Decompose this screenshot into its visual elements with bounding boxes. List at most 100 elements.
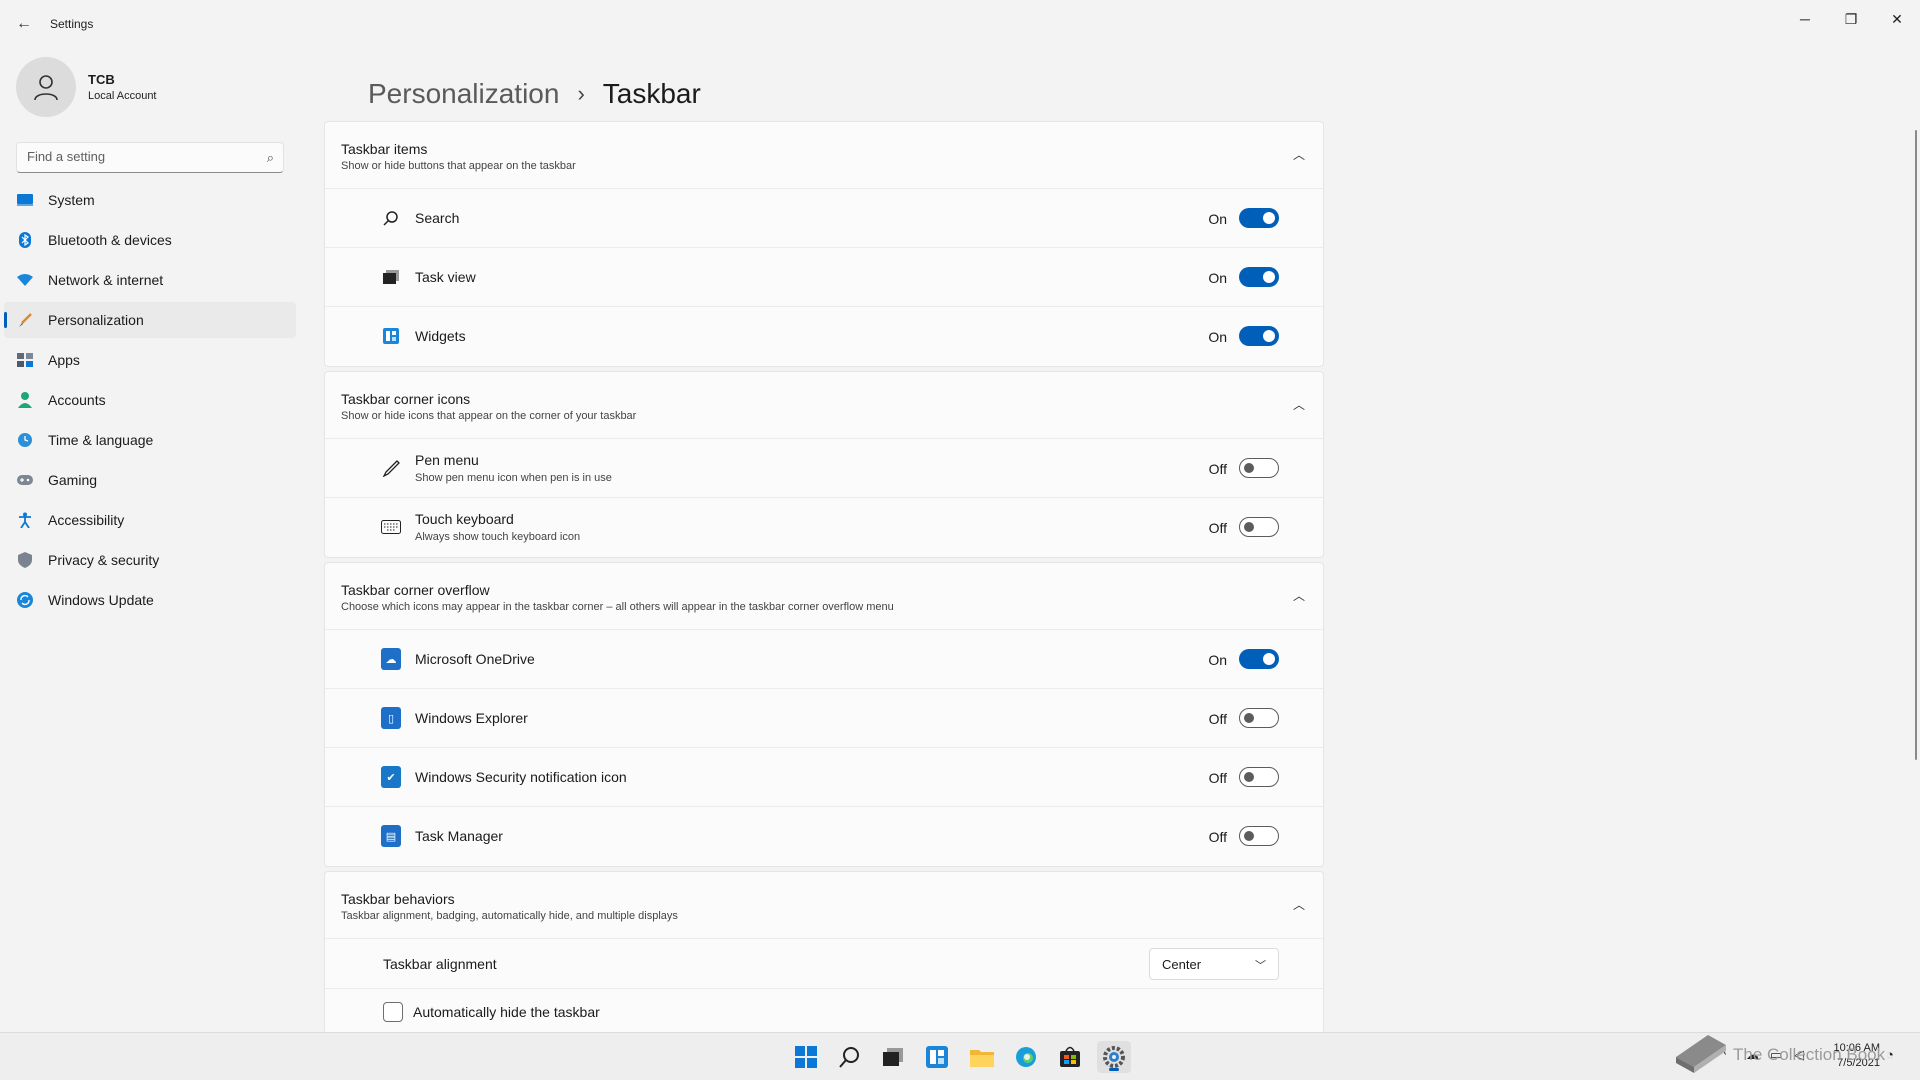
file-explorer-icon[interactable] bbox=[965, 1041, 999, 1073]
toggle-state: Off bbox=[1208, 520, 1227, 536]
pen-menu-toggle[interactable] bbox=[1239, 458, 1279, 478]
notifications-icon[interactable]: ◔ bbox=[1886, 1047, 1894, 1062]
edge-icon[interactable] bbox=[1009, 1041, 1043, 1073]
windows-security-toggle[interactable] bbox=[1239, 767, 1279, 787]
sidebar-item-label: Accessibility bbox=[48, 512, 125, 528]
setting-label: Touch keyboard bbox=[415, 511, 514, 527]
chevron-up-icon[interactable]: ︿ bbox=[1293, 146, 1305, 163]
sidebar-item-label: Gaming bbox=[48, 472, 98, 488]
sidebar-item-system[interactable]: System bbox=[4, 182, 296, 218]
sidebar-item-label: Time & language bbox=[48, 432, 154, 448]
windows-taskbar: ^ ☁ ▭ ◁ 10:06 AM 7/5/2021 ◔ bbox=[0, 1032, 1920, 1080]
breadcrumb-parent[interactable]: Personalization bbox=[368, 78, 559, 110]
section-description: Show or hide buttons that appear on the … bbox=[341, 160, 576, 172]
close-button[interactable]: ✕ bbox=[1874, 4, 1920, 34]
setting-row-search: Search On bbox=[325, 189, 1323, 248]
sidebar-item-gaming[interactable]: Gaming bbox=[4, 462, 296, 498]
onedrive-toggle[interactable] bbox=[1239, 649, 1279, 669]
minimize-button[interactable]: ─ bbox=[1782, 4, 1828, 34]
search-toggle[interactable] bbox=[1239, 208, 1279, 228]
section-description: Choose which icons may appear in the tas… bbox=[341, 601, 894, 613]
apps-icon bbox=[16, 351, 34, 369]
widgets-toggle[interactable] bbox=[1239, 326, 1279, 346]
sidebar-item-apps[interactable]: Apps bbox=[4, 342, 296, 378]
section-title: Taskbar items bbox=[341, 141, 428, 157]
setting-row-autohide: Automatically hide the taskbar bbox=[325, 989, 1323, 1033]
toggle-state: Off bbox=[1208, 711, 1227, 727]
user-profile[interactable]: TCB Local Account bbox=[16, 57, 296, 117]
sidebar-item-accessibility[interactable]: Accessibility bbox=[4, 502, 296, 538]
section-title: Taskbar corner overflow bbox=[341, 582, 490, 598]
setting-label: Task Manager bbox=[415, 828, 503, 844]
sidebar-item-label: Windows Update bbox=[48, 592, 154, 608]
alignment-dropdown[interactable]: Center ﹀ bbox=[1149, 948, 1279, 980]
setting-description: Always show touch keyboard icon bbox=[415, 531, 581, 543]
sidebar-item-network[interactable]: Network & internet bbox=[4, 262, 296, 298]
setting-label: Taskbar alignment bbox=[383, 956, 497, 972]
toggle-state: On bbox=[1208, 211, 1227, 227]
breadcrumb: Personalization › Taskbar bbox=[368, 78, 701, 110]
search-icon[interactable] bbox=[833, 1041, 867, 1073]
chevron-up-icon[interactable]: ︿ bbox=[1293, 896, 1305, 913]
sidebar-item-bluetooth[interactable]: Bluetooth & devices bbox=[4, 222, 296, 258]
toggle-state: Off bbox=[1208, 461, 1227, 477]
chevron-up-icon[interactable]: ︿ bbox=[1293, 396, 1305, 413]
person-icon bbox=[34, 75, 58, 101]
profile-name: TCB bbox=[88, 72, 115, 87]
gamepad-icon bbox=[16, 471, 34, 489]
back-arrow-icon[interactable]: ← bbox=[10, 10, 38, 38]
section-header[interactable]: Taskbar corner icons Show or hide icons … bbox=[325, 372, 1323, 439]
section-header[interactable]: Taskbar behaviors Taskbar alignment, bad… bbox=[325, 872, 1323, 939]
sidebar-item-label: Personalization bbox=[48, 312, 144, 328]
maximize-button[interactable]: ❐ bbox=[1828, 4, 1874, 34]
search-icon[interactable]: ⌕ bbox=[267, 150, 274, 166]
task-view-icon[interactable] bbox=[876, 1041, 910, 1073]
search-box[interactable]: ⌕ bbox=[16, 142, 284, 173]
sidebar-item-label: Accounts bbox=[48, 392, 106, 408]
touch-keyboard-toggle[interactable] bbox=[1239, 517, 1279, 537]
checkbox-label[interactable]: Automatically hide the taskbar bbox=[413, 1004, 600, 1020]
section-header[interactable]: Taskbar corner overflow Choose which ico… bbox=[325, 563, 1323, 630]
sidebar-item-label: Apps bbox=[48, 352, 80, 368]
section-corner-icons: Taskbar corner icons Show or hide icons … bbox=[324, 371, 1324, 558]
toggle-state: Off bbox=[1208, 829, 1227, 845]
task-manager-toggle[interactable] bbox=[1239, 826, 1279, 846]
sidebar-item-label: System bbox=[48, 192, 95, 208]
setting-label: Microsoft OneDrive bbox=[415, 651, 535, 667]
setting-label: Search bbox=[415, 210, 460, 226]
watermark-text: The Collection Book bbox=[1733, 1045, 1886, 1064]
sidebar-item-time-language[interactable]: Time & language bbox=[4, 422, 296, 458]
task-view-toggle[interactable] bbox=[1239, 267, 1279, 287]
profile-account-type: Local Account bbox=[88, 90, 157, 102]
setting-row-windows-explorer: ▯ Windows Explorer Off bbox=[325, 689, 1323, 748]
windows-explorer-toggle[interactable] bbox=[1239, 708, 1279, 728]
chevron-up-icon[interactable]: ︿ bbox=[1293, 587, 1305, 604]
section-behaviors: Taskbar behaviors Taskbar alignment, bad… bbox=[324, 871, 1324, 1034]
sidebar-item-label: Bluetooth & devices bbox=[48, 232, 172, 248]
sidebar-item-label: Network & internet bbox=[48, 272, 164, 288]
scrollbar[interactable] bbox=[1915, 130, 1917, 760]
store-icon[interactable] bbox=[1053, 1041, 1087, 1073]
start-icon[interactable] bbox=[789, 1041, 823, 1073]
keyboard-icon bbox=[381, 517, 401, 537]
widgets-icon[interactable] bbox=[920, 1041, 954, 1073]
sidebar-item-personalization[interactable]: Personalization bbox=[4, 302, 296, 338]
accessibility-icon bbox=[16, 511, 34, 529]
sidebar-item-privacy[interactable]: Privacy & security bbox=[4, 542, 296, 578]
update-icon bbox=[16, 591, 34, 609]
title-bar: ← Settings ─ ❐ ✕ bbox=[0, 0, 1920, 48]
setting-row-windows-security: ✔ Windows Security notification icon Off bbox=[325, 748, 1323, 807]
section-header[interactable]: Taskbar items Show or hide buttons that … bbox=[325, 122, 1323, 189]
section-taskbar-items: Taskbar items Show or hide buttons that … bbox=[324, 121, 1324, 367]
search-input[interactable] bbox=[27, 149, 257, 164]
section-corner-overflow: Taskbar corner overflow Choose which ico… bbox=[324, 562, 1324, 867]
widgets-icon bbox=[381, 326, 401, 346]
security-icon: ✔ bbox=[381, 766, 401, 788]
setting-row-task-manager: ▤ Task Manager Off bbox=[325, 807, 1323, 866]
sidebar-item-accounts[interactable]: Accounts bbox=[4, 382, 296, 418]
setting-row-widgets: Widgets On bbox=[325, 307, 1323, 366]
chevron-down-icon: ﹀ bbox=[1255, 960, 1266, 972]
autohide-checkbox[interactable] bbox=[383, 1002, 403, 1022]
settings-icon[interactable] bbox=[1097, 1041, 1131, 1073]
sidebar-item-windows-update[interactable]: Windows Update bbox=[4, 582, 296, 618]
